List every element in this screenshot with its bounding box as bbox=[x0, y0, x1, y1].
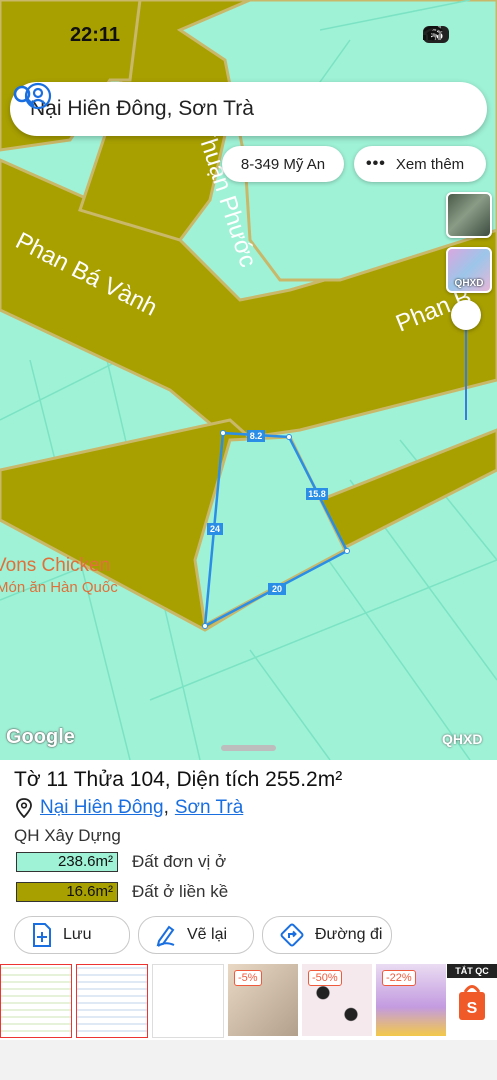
redraw-button[interactable]: Vẽ lại bbox=[138, 916, 254, 954]
district-link[interactable]: Sơn Trà bbox=[175, 797, 243, 819]
parcel-location: Nại Hiên Đông, Sơn Trà bbox=[16, 797, 243, 819]
google-logo: Google bbox=[6, 726, 75, 748]
address-chip-label: 8-349 Mỹ An bbox=[240, 155, 326, 173]
save-button[interactable]: Lưu bbox=[14, 916, 130, 954]
zone-area-swatch: 238.6m² bbox=[16, 852, 118, 872]
zone-label: Đất đơn vị ở bbox=[132, 852, 227, 871]
ward-link[interactable]: Nại Hiên Đông bbox=[40, 797, 164, 819]
more-chip-label: Xem thêm bbox=[395, 155, 465, 173]
qhxd-layer-button[interactable]: QHXD bbox=[446, 247, 492, 293]
status-icons: 46 bbox=[422, 26, 449, 43]
edge-length-label: 20 bbox=[272, 584, 282, 594]
zone-label: Đất ở liền kề bbox=[132, 882, 229, 901]
ad-item[interactable]: -50% bbox=[302, 964, 372, 1036]
address-chip[interactable]: 8-349 Mỹ An bbox=[222, 146, 344, 182]
qhxd-layer-label: QHXD bbox=[454, 278, 484, 289]
sheet-drag-handle[interactable] bbox=[221, 745, 276, 751]
edge-length-label: 15.8 bbox=[308, 489, 326, 499]
search-title[interactable]: Nại Hiên Đông, Sơn Trà bbox=[30, 97, 487, 121]
parcel-title: Tờ 11 Thửa 104, Diện tích 255.2m² bbox=[14, 768, 343, 791]
poi-name[interactable]: Vons Chicken bbox=[0, 555, 110, 576]
save-button-label: Lưu bbox=[63, 926, 92, 943]
ad-discount-badge: -5% bbox=[234, 970, 262, 986]
close-ads-button[interactable]: TẮT QC S bbox=[447, 964, 497, 1036]
search-bar[interactable]: Nại Hiên Đông, Sơn Trà bbox=[10, 82, 487, 136]
edge-length-label: 8.2 bbox=[250, 431, 263, 441]
edge-length-label: 24 bbox=[210, 524, 220, 534]
status-bar: 22:11 46 bbox=[0, 0, 497, 66]
close-ads-label: TẮT QC bbox=[447, 964, 497, 978]
zone-row: 16.6m² Đất ở liền kề bbox=[16, 881, 228, 903]
plan-type-label: QH Xây Dựng bbox=[14, 826, 121, 845]
draw-icon bbox=[156, 925, 175, 947]
svg-text:S: S bbox=[467, 1000, 478, 1017]
ad-item[interactable] bbox=[0, 964, 72, 1038]
poi-category: Món ăn Hàn Quốc bbox=[0, 579, 118, 596]
search-icon[interactable] bbox=[10, 82, 38, 110]
satellite-layer-button[interactable] bbox=[446, 192, 492, 238]
ad-discount-badge: -50% bbox=[308, 970, 342, 986]
add-bookmark-icon bbox=[33, 923, 51, 947]
system-bottom-bar bbox=[0, 1040, 497, 1080]
directions-button-label: Đường đi bbox=[315, 926, 383, 943]
qhxd-watermark: QHXD bbox=[442, 731, 483, 747]
ad-item[interactable] bbox=[152, 964, 224, 1038]
wifi-icon bbox=[422, 26, 443, 41]
more-chip[interactable]: ••• Xem thêm bbox=[354, 146, 486, 182]
ad-item[interactable]: -22% bbox=[376, 964, 446, 1036]
opacity-slider-track[interactable] bbox=[465, 316, 467, 420]
opacity-slider-handle[interactable] bbox=[451, 300, 481, 330]
location-separator: , bbox=[163, 797, 169, 818]
location-pin-icon bbox=[16, 798, 32, 818]
ad-banner[interactable]: -5% -50% -22% bbox=[0, 964, 497, 1039]
zone-area-swatch: 16.6m² bbox=[16, 882, 118, 902]
ad-item[interactable] bbox=[76, 964, 148, 1038]
directions-button[interactable]: Đường đi bbox=[262, 916, 392, 954]
shopee-icon: S bbox=[459, 985, 485, 1020]
directions-icon bbox=[280, 923, 304, 947]
redraw-button-label: Vẽ lại bbox=[187, 926, 228, 943]
zone-row: 238.6m² Đất đơn vị ở bbox=[16, 851, 226, 873]
map-view[interactable]: Phan Bá Vành Thuận Phước Phan B Vons Chi… bbox=[0, 0, 497, 760]
ad-discount-badge: -22% bbox=[382, 970, 416, 986]
status-time: 22:11 bbox=[70, 24, 121, 46]
ad-item[interactable]: -5% bbox=[228, 964, 298, 1036]
more-dots-icon: ••• bbox=[366, 155, 386, 172]
